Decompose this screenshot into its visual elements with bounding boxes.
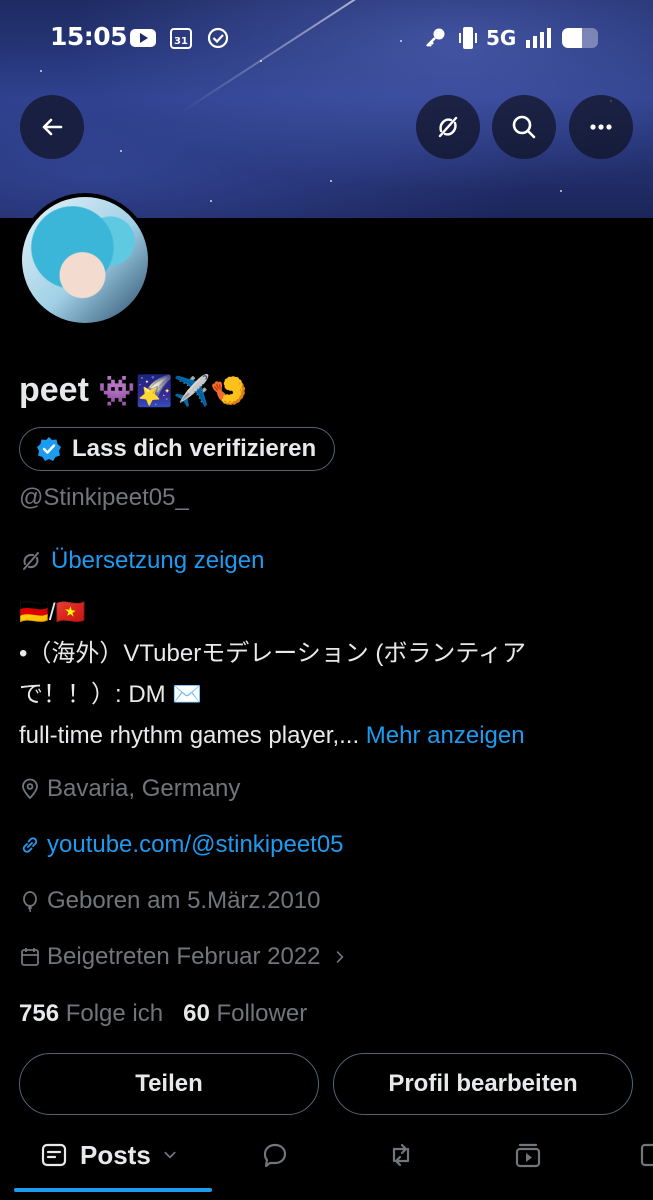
banner-star [40, 70, 42, 72]
following-stat[interactable]: 756 Folge ich [19, 1000, 163, 1027]
followers-count: 60 [183, 1000, 210, 1027]
search-button[interactable] [492, 95, 556, 159]
calendar-day: 31 [174, 36, 188, 47]
calendar-notification-icon: 31 [170, 27, 192, 54]
chevron-right-icon [336, 951, 343, 963]
birthday-row: Geboren am 5.März.2010 [19, 887, 320, 915]
battery-level-fill [562, 28, 582, 48]
posts-icon [41, 1143, 67, 1167]
show-more-link[interactable]: Mehr anzeigen [366, 722, 525, 749]
profile-avatar[interactable] [18, 193, 152, 327]
joined-row[interactable]: Beigetreten Februar 2022 [19, 943, 349, 971]
banner-star [210, 200, 212, 202]
banner-star [560, 190, 562, 192]
arrow-left-icon [42, 118, 63, 136]
status-bar: 15:05 31 5G [0, 22, 653, 56]
chevron-down-icon [164, 1151, 176, 1159]
more-dots-icon [590, 124, 612, 130]
tab-posts-label: Posts [80, 1139, 151, 1170]
location-row: Bavaria, Germany [19, 775, 240, 803]
birthday-text: Geboren am 5.März.2010 [47, 887, 321, 914]
tab-more[interactable] [640, 1130, 653, 1180]
check-notification-icon [207, 27, 229, 54]
status-time: 15:05 [50, 22, 128, 51]
share-button[interactable]: Teilen [19, 1053, 319, 1115]
joined-text: Beigetreten Februar 2022 [47, 943, 321, 970]
video-icon [515, 1143, 541, 1168]
translate-button[interactable] [416, 95, 480, 159]
get-verified-label: Lass dich verifizieren [72, 435, 317, 462]
vibrate-icon [457, 25, 479, 56]
display-name: peet 👾🌠✈️🍤 [19, 371, 248, 410]
banner-shooting-star [179, 0, 433, 114]
followers-stat[interactable]: 60 Follower [183, 1000, 307, 1027]
banner-star [330, 180, 332, 182]
list-icon [640, 1143, 653, 1167]
display-name-emojis: 👾🌠✈️🍤 [98, 375, 248, 408]
tab-replies[interactable] [261, 1130, 289, 1180]
location-text: Bavaria, Germany [47, 775, 241, 802]
bio-line: •（海外）VTuberモデレーション (ボランティア [19, 640, 526, 667]
avatar-image [22, 197, 148, 323]
verified-badge-icon [37, 437, 61, 461]
link-icon [22, 837, 38, 853]
bio-line-truncated: full-time rhythm games player,... Mehr a… [19, 715, 629, 756]
edit-profile-button[interactable]: Profil bearbeiten [333, 1053, 633, 1115]
network-type: 5G [486, 26, 517, 50]
tab-posts[interactable]: Posts [40, 1130, 181, 1180]
battery-icon [562, 28, 598, 48]
user-handle: @Stinkipeet05_ [19, 484, 189, 511]
bio-line: full-time rhythm games player,... [19, 722, 360, 749]
more-options-button[interactable] [569, 95, 633, 159]
search-icon [512, 115, 536, 139]
show-translation-label: Übersetzung zeigen [51, 547, 265, 574]
follow-stats: 756 Folge ich 60 Follower [19, 1000, 307, 1028]
translate-small-icon [23, 552, 39, 570]
active-tab-indicator [14, 1188, 212, 1192]
repost-icon [392, 1143, 410, 1167]
following-count: 756 [19, 1000, 60, 1027]
key-icon [424, 26, 448, 55]
calendar-icon [21, 948, 39, 966]
back-button[interactable] [20, 95, 84, 159]
website-row[interactable]: youtube.com/@stinkipeet05 [19, 831, 344, 859]
followers-label: Follower [216, 1000, 308, 1027]
banner-star [260, 60, 262, 62]
get-verified-button[interactable]: Lass dich verifizieren [19, 427, 336, 471]
website-link[interactable]: youtube.com/@stinkipeet05 [47, 831, 344, 859]
bio-line: で！！）: DM ✉️ [19, 681, 203, 708]
show-translation-link[interactable]: Übersetzung zeigen [19, 547, 264, 575]
tab-media[interactable] [514, 1130, 542, 1180]
tab-reposts[interactable] [387, 1130, 415, 1180]
youtube-notification-icon [130, 28, 156, 53]
profile-tabs: Posts [0, 1130, 653, 1190]
balloon-icon [23, 891, 37, 912]
reply-bubble-icon [263, 1143, 287, 1168]
banner-star [120, 150, 122, 152]
signal-icon [524, 26, 552, 55]
bio-line: 🇩🇪/🇻🇳 [19, 599, 86, 626]
profile-bio: 🇩🇪/🇻🇳 •（海外）VTuberモデレーション (ボランティア で！！）: D… [19, 592, 629, 756]
translate-icon [438, 116, 458, 138]
display-name-text: peet [19, 371, 89, 409]
location-pin-icon [22, 778, 38, 800]
following-label: Folge ich [65, 1000, 164, 1027]
